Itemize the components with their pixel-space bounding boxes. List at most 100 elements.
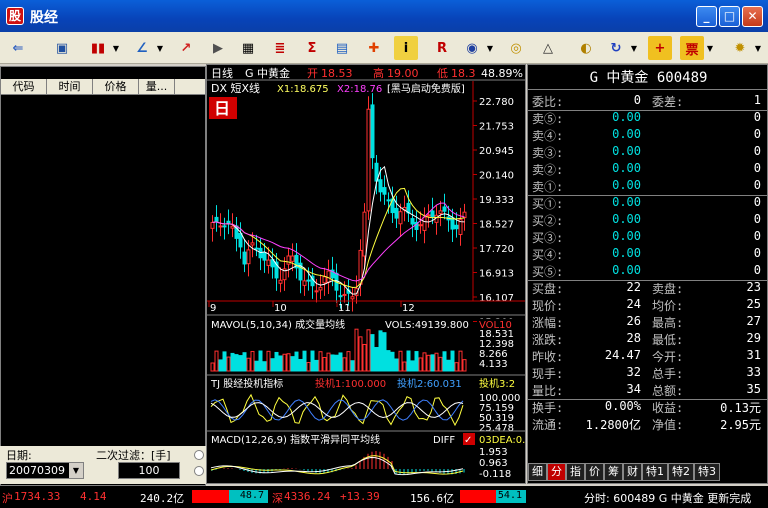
chart-area[interactable]: 日线 G 中黄金 开 18.53 高 19.00 低 18.3 48.89% D… xyxy=(206,64,526,484)
volume-bar xyxy=(426,354,431,372)
col-volume[interactable]: 量... xyxy=(139,79,175,94)
quote-value-2: 25 xyxy=(746,297,761,311)
macd-line-yellow xyxy=(210,455,464,475)
eye-icon[interactable]: ◉ xyxy=(460,36,484,60)
volume-bar xyxy=(442,351,447,372)
price-tick-label: 22.780 xyxy=(479,97,514,108)
quote-tab[interactable]: 特1 xyxy=(642,463,668,481)
circle-icon[interactable]: ◎ xyxy=(504,36,528,60)
title-bar: 股 股经 _ □ ✕ xyxy=(0,0,768,32)
grid-icon[interactable]: ▦ xyxy=(236,36,260,60)
quote-panel: G 中黄金 600489 委比: 0 委差: 1 卖⑤: 0.00 0 卖④: 0.00 0 卖③:… xyxy=(527,64,768,484)
minimize-button[interactable]: _ xyxy=(696,6,717,27)
candle-body xyxy=(210,221,215,229)
volume-bar xyxy=(422,352,427,372)
tick-list-panel[interactable]: 代码 时间 价格 量... xyxy=(0,66,206,486)
sigma-icon[interactable]: Σ xyxy=(300,36,324,60)
indicator-label[interactable]: DX 短X线 xyxy=(211,81,260,95)
plus-icon[interactable]: + xyxy=(648,36,672,60)
line-chart-icon[interactable]: ∠ xyxy=(130,36,154,60)
back-icon[interactable]: ⇐ xyxy=(6,36,30,60)
quote-tab[interactable]: 筹 xyxy=(604,463,623,481)
list-icon[interactable]: ≣ xyxy=(268,36,292,60)
candlestick-dropdown[interactable]: ▼ xyxy=(112,36,120,60)
volume-bar xyxy=(338,352,343,372)
save-icon[interactable]: ▣ xyxy=(50,36,74,60)
quote-row: 换手: 0.00% 收益: 0.13元 xyxy=(528,399,767,416)
volume-bar xyxy=(270,358,275,372)
volume-bar xyxy=(218,359,223,372)
settings-icon[interactable]: ✹ xyxy=(728,36,752,60)
quote-tab[interactable]: 分 xyxy=(547,463,566,481)
sz-amount: 156.6亿 xyxy=(410,492,455,505)
close-button[interactable]: ✕ xyxy=(742,6,763,27)
quote-value-2: 0 xyxy=(753,246,761,260)
price-tick-label: 16.107 xyxy=(479,293,514,304)
refresh-icon[interactable]: ↻ xyxy=(604,36,628,60)
volume-bar xyxy=(326,352,331,372)
quote-tab[interactable]: 价 xyxy=(585,463,604,481)
stock-dropdown[interactable]: ▼ xyxy=(706,36,714,60)
quote-value: 0.00 xyxy=(612,195,641,209)
low-label: 低 xyxy=(437,67,448,80)
quote-row: 卖②: 0.00 0 xyxy=(528,161,767,178)
price-tick-label: 20.140 xyxy=(479,171,514,182)
col-time[interactable]: 时间 xyxy=(47,79,93,94)
quote-value: 1.2800亿 xyxy=(585,418,641,432)
refresh-dropdown[interactable]: ▼ xyxy=(630,36,638,60)
stock-icon[interactable]: 票 xyxy=(680,36,704,60)
candle-body xyxy=(366,108,371,212)
trend-icon[interactable]: ↗ xyxy=(174,36,198,60)
quote-tab[interactable]: 特3 xyxy=(694,463,720,481)
date-dropdown-icon[interactable]: ▼ xyxy=(69,463,83,478)
quote-tab[interactable]: 财 xyxy=(623,463,642,481)
quote-value-2: 0 xyxy=(753,144,761,158)
volume-bar xyxy=(250,350,255,372)
volume-bar xyxy=(438,356,443,372)
col-code[interactable]: 代码 xyxy=(1,79,47,94)
date-field[interactable]: 20070309 ▼ xyxy=(6,462,84,479)
candle-body xyxy=(338,295,343,298)
candle-body xyxy=(442,206,447,212)
radio-option-1[interactable] xyxy=(194,450,204,460)
quote-row: 卖⑤: 0.00 0 xyxy=(528,110,767,127)
eye-dropdown[interactable]: ▼ xyxy=(486,36,494,60)
volume-bar xyxy=(274,351,279,372)
candle-body xyxy=(302,280,307,286)
quote-tab[interactable]: 指 xyxy=(566,463,585,481)
quote-label: 涨幅: xyxy=(532,316,564,330)
quote-row: 昨收: 24.47 今开: 31 xyxy=(528,348,767,365)
book-icon[interactable]: ▤ xyxy=(330,36,354,60)
candle-body xyxy=(410,218,415,225)
pistol-icon[interactable]: ▶ xyxy=(206,36,230,60)
line-chart-dropdown[interactable]: ▼ xyxy=(156,36,164,60)
low-value: 18.3 xyxy=(451,67,476,80)
rsi-icon[interactable]: R xyxy=(430,36,454,60)
quote-value-2: 35 xyxy=(746,382,761,396)
quote-tab[interactable]: 细 xyxy=(528,463,547,481)
info-icon[interactable]: i xyxy=(394,36,418,60)
quote-tab[interactable]: 特2 xyxy=(668,463,694,481)
maximize-button[interactable]: □ xyxy=(719,6,740,27)
settings-dropdown[interactable]: ▼ xyxy=(754,36,762,60)
candle-body xyxy=(278,279,283,284)
candlestick-icon[interactable]: ▮▮ xyxy=(86,36,110,60)
col-price[interactable]: 价格 xyxy=(93,79,139,94)
period-label[interactable]: 日线 xyxy=(211,66,233,80)
volume-bar xyxy=(222,351,227,372)
quote-label: 昨收: xyxy=(532,350,564,364)
quote-label-2: 净值: xyxy=(652,418,684,432)
quote-label: 买②: xyxy=(532,214,564,228)
quote-value: 32 xyxy=(626,365,641,379)
coin-icon[interactable]: ◐ xyxy=(574,36,598,60)
first-aid-icon[interactable]: ✚ xyxy=(362,36,386,60)
quote-value-2: 0 xyxy=(753,178,761,192)
volume-bar xyxy=(278,355,283,372)
candle-body xyxy=(426,214,431,217)
candle-body xyxy=(290,255,295,262)
filter-field[interactable]: 100 xyxy=(118,462,180,479)
candle-body xyxy=(250,242,255,246)
radio-option-2[interactable] xyxy=(194,466,204,476)
candle-body xyxy=(286,255,291,265)
triangle-icon[interactable]: △ xyxy=(536,36,560,60)
